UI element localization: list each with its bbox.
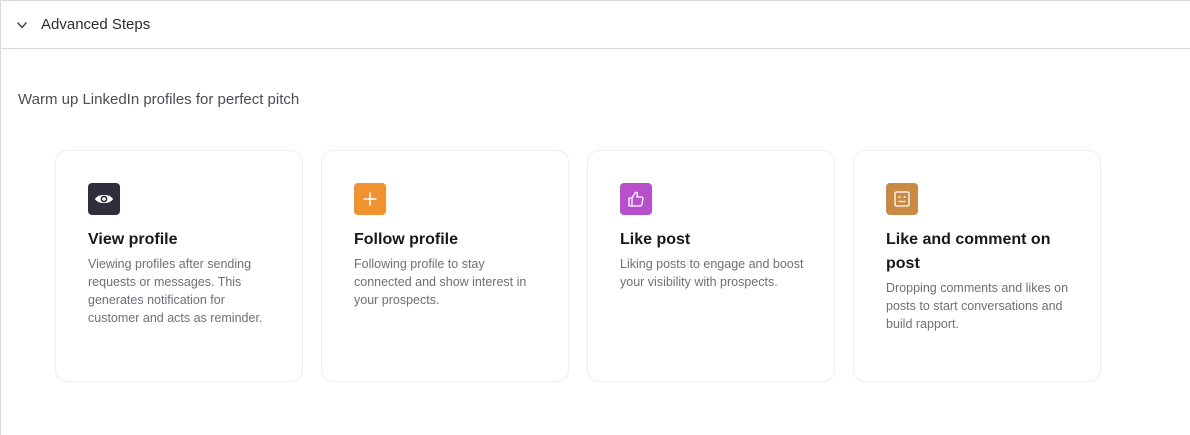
step-card-like-and-comment[interactable]: Like and comment on post Dropping commen… [853, 150, 1101, 382]
thumbs-up-icon [620, 183, 652, 215]
comment-icon [886, 183, 918, 215]
card-title: View profile [88, 231, 178, 248]
step-card-like-post[interactable]: Like post Liking posts to engage and boo… [587, 150, 835, 382]
step-card-view-profile[interactable]: View profile Viewing profiles after send… [55, 150, 303, 382]
card-description: Dropping comments and likes on posts to … [886, 281, 1069, 331]
plus-icon [354, 183, 386, 215]
card-title: Like and comment on post [886, 231, 1051, 272]
card-title: Like post [620, 231, 691, 248]
section-subtitle: Warm up LinkedIn profiles for perfect pi… [18, 91, 300, 108]
card-title: Follow profile [354, 231, 458, 248]
advanced-steps-panel: Advanced Steps Warm up LinkedIn profiles… [0, 0, 1190, 435]
step-card-follow-profile[interactable]: Follow profile Following profile to stay… [321, 150, 569, 382]
eye-icon [88, 183, 120, 215]
section-title: Advanced Steps [41, 16, 151, 33]
card-description: Viewing profiles after sending requests … [88, 257, 263, 325]
chevron-down-icon [17, 21, 27, 32]
advanced-steps-toggle[interactable]: Advanced Steps [1, 1, 1190, 49]
card-description: Following profile to stay connected and … [354, 257, 527, 307]
card-description: Liking posts to engage and boost your vi… [620, 257, 804, 289]
